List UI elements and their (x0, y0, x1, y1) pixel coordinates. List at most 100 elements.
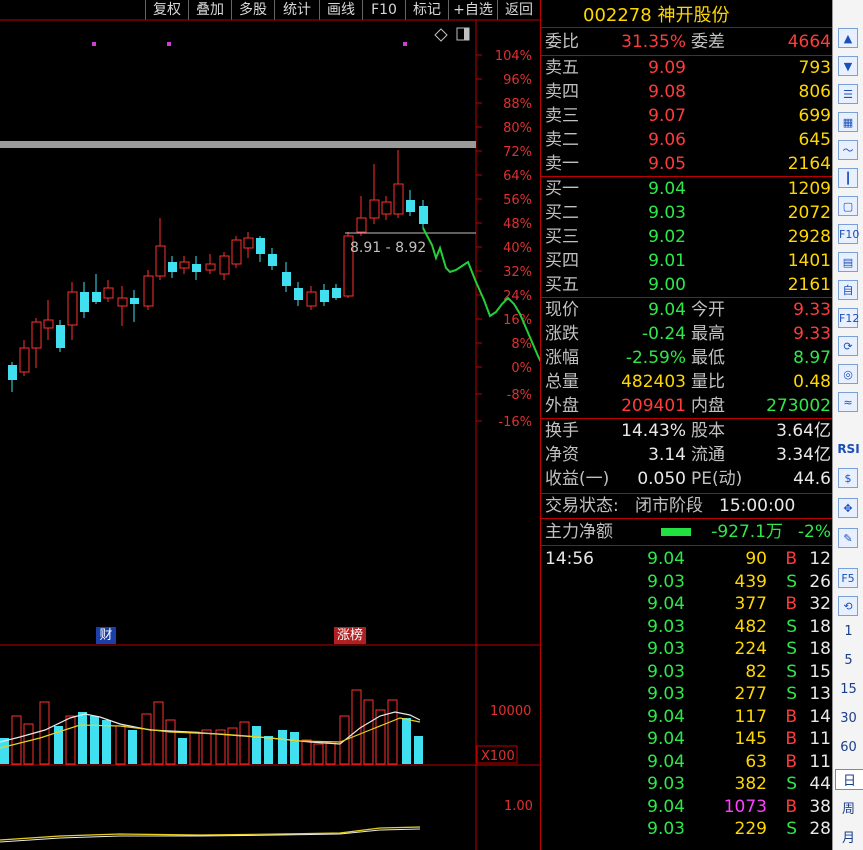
fundamental-value: 14.43% (621, 421, 686, 441)
refresh-icon[interactable]: ◎ (838, 364, 858, 384)
volume-bar (11, 715, 22, 765)
y-tick-label: 16% (503, 313, 532, 328)
quote-label: 量比 (691, 372, 725, 392)
candle-body (320, 290, 329, 302)
sell-level-label: 卖二 (545, 130, 579, 150)
buy-level-label: 买二 (545, 203, 579, 223)
period-button-7[interactable]: 月 (833, 827, 863, 846)
candle-icon[interactable]: ┃ (838, 168, 858, 188)
tick-side: B (785, 594, 797, 614)
line-chart-icon[interactable]: 〜 (838, 140, 858, 160)
fundamental-value: 3.34亿 (776, 445, 831, 465)
quote-label: 涨跌 (545, 324, 579, 344)
tick-price: 9.03 (647, 684, 685, 704)
tick-count: 11 (809, 729, 831, 749)
candle-body (256, 238, 265, 254)
period-button-3[interactable]: 30 (833, 711, 863, 726)
move-icon[interactable]: ✥ (838, 498, 858, 518)
f10-icon[interactable]: F10 (838, 224, 859, 244)
diamond-icon[interactable] (434, 28, 448, 42)
y-tick-label: 104% (495, 49, 532, 64)
f12-icon[interactable]: F12 (838, 308, 859, 328)
quote-value: 9.33 (793, 300, 831, 320)
tick-side: B (785, 729, 797, 749)
range-label: 8.91 - 8.92 (350, 240, 426, 256)
dollar-icon[interactable]: $ (838, 468, 858, 488)
book-icon[interactable]: ▤ (838, 252, 858, 272)
period-button-6[interactable]: 周 (833, 798, 863, 817)
tick-volume: 439 (734, 571, 767, 592)
chevron-down-icon[interactable]: ▼ (838, 56, 858, 76)
finance-marker[interactable]: 财 (96, 627, 116, 644)
self-icon[interactable]: 自 (838, 280, 858, 300)
table-icon[interactable]: ▦ (838, 112, 858, 132)
y-tick-label: 8% (511, 337, 532, 352)
tick-side: B (785, 751, 797, 772)
panel-toggle-icon[interactable] (456, 27, 470, 41)
volume-bar (141, 713, 152, 765)
tick-side: S (786, 616, 797, 637)
sell-level-volume: 2164 (787, 154, 831, 174)
candle-body (179, 261, 190, 269)
fundamental-label: 股本 (691, 421, 725, 441)
candle-body (406, 200, 415, 212)
f5-icon[interactable]: F5 (838, 568, 858, 588)
rsi-button[interactable]: RSI (833, 442, 863, 456)
weibi-value: 31.35% (621, 32, 686, 52)
buy-level-row: 买一 9.04 1209 (543, 177, 833, 201)
window-icon[interactable]: ▢ (838, 196, 858, 216)
candle-body (294, 288, 303, 300)
tick-row: 9.03 224 S 18 (543, 637, 833, 661)
period-button-4[interactable]: 60 (833, 740, 863, 755)
tick-price: 9.04 (647, 751, 685, 772)
quote-value: 8.97 (793, 348, 831, 368)
limit-up-list-marker[interactable]: 涨榜 (334, 627, 366, 644)
quote-row: 外盘 209401 内盘 273002 (543, 394, 833, 418)
tick-price: 9.03 (647, 616, 685, 637)
tick-price: 9.03 (647, 661, 685, 682)
tick-count: 12 (809, 549, 831, 569)
tick-time: 14:56 (545, 549, 594, 569)
period-button-0[interactable]: 1 (833, 624, 863, 639)
main-flow-amount: -927.1万 (711, 522, 783, 542)
sync-icon[interactable]: ⟲ (838, 596, 858, 616)
quote-row: 现价 9.04 今开 9.33 (543, 298, 833, 322)
kline-chart[interactable]: 104% 96% 88% 80% 72% 64% 56% 48% 40% 32% 24% 16% 8% 0… (0, 0, 540, 850)
period-button-5[interactable]: 日 (835, 769, 863, 790)
sell-level-price: 9.09 (648, 58, 686, 78)
tick-side: S (786, 684, 797, 704)
tick-count: 32 (809, 594, 831, 614)
fundamental-row: 净资 3.14 流通 3.34亿 (543, 443, 833, 467)
period-button-1[interactable]: 5 (833, 653, 863, 668)
candle-body (282, 272, 291, 286)
period-button-2[interactable]: 15 (833, 682, 863, 697)
candle-body (381, 201, 392, 215)
tick-side: B (785, 796, 797, 817)
buy-level-row: 买四 9.01 1401 (543, 249, 833, 273)
buy-level-volume: 2161 (787, 275, 831, 295)
buy-level-volume: 1209 (787, 179, 831, 199)
tick-price: 9.03 (647, 571, 685, 592)
volume-bar (414, 736, 423, 764)
weibi-row: 委比 31.35% 委差 4664 (543, 30, 833, 54)
chevron-up-icon[interactable]: ▲ (838, 28, 858, 48)
pencil-icon[interactable]: ✎ (838, 528, 858, 548)
buy-level-volume: 2928 (787, 227, 831, 247)
side-toolbar: ▲ ▼ ☰ ▦ 〜 ┃ ▢ F10 ▤ 自 F12 ⟳ ◎ ≈ RSI $ ✥ ✎ F5 ⟲ 1 5 15 30 60 日周月 (832, 0, 863, 850)
buy-level-price: 9.02 (648, 227, 686, 247)
clock-icon[interactable]: ⟳ (838, 336, 858, 356)
candle-body (43, 319, 54, 329)
volume-bar (264, 736, 273, 764)
tick-row: 9.03 482 S 18 (543, 615, 833, 639)
wave-icon[interactable]: ≈ (838, 392, 858, 412)
quote-value: 209401 (621, 396, 686, 416)
tick-row: 9.03 277 S 13 (543, 682, 833, 706)
candle-body (8, 365, 17, 380)
tick-volume: 63 (745, 751, 767, 772)
main-flow-bar (661, 528, 691, 536)
y-tick-label: 40% (503, 241, 532, 256)
tick-price: 9.03 (647, 819, 685, 839)
weicha-value: 4664 (787, 32, 831, 52)
list-icon[interactable]: ☰ (838, 84, 858, 104)
tick-volume: 277 (734, 684, 767, 704)
